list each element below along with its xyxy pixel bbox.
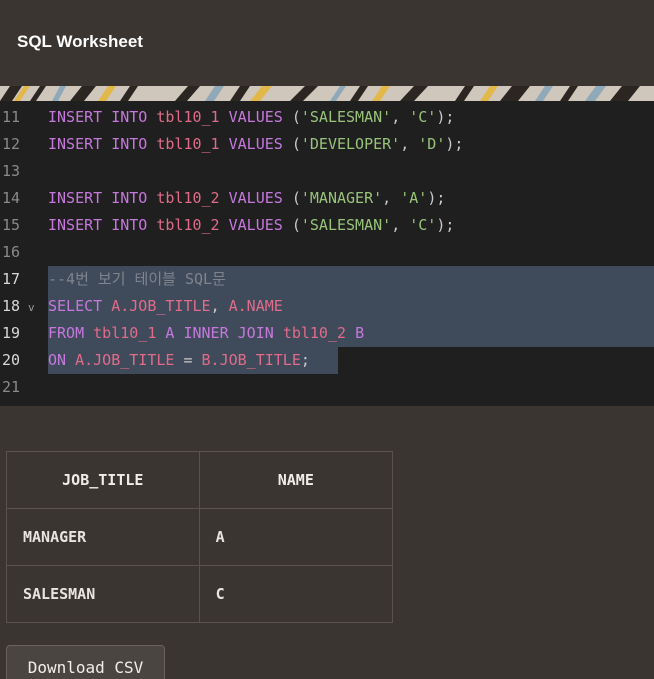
code-line[interactable]: 11 INSERT INTO tbl10_1 VALUES ('SALESMAN'… (0, 104, 654, 131)
code-line[interactable]: 13 (0, 158, 654, 185)
cell-name: C (198, 565, 394, 623)
code-token: VALUES (228, 216, 292, 234)
code-token: A.JOB_TITLE (111, 297, 211, 315)
code-text: INSERT INTO tbl10_1 VALUES ('SALESMAN', … (48, 104, 454, 131)
line-number: 17 (2, 270, 21, 288)
results-table: JOB_TITLE NAME MANAGER A SALESMAN C (6, 451, 394, 623)
line-number: 18 (2, 297, 21, 315)
code-token: , (210, 297, 229, 315)
code-token: INSERT INTO (48, 189, 157, 207)
code-token: VALUES (228, 108, 292, 126)
code-token: , (382, 189, 401, 207)
code-token: tbl10_2 (156, 189, 229, 207)
code-token: VALUES (228, 189, 292, 207)
code-token: B (355, 324, 365, 342)
code-token: A.JOB_TITLE (75, 351, 184, 369)
line-number: 15 (2, 216, 21, 234)
line-number: 21 (2, 378, 21, 396)
code-token: 'D' (418, 135, 446, 153)
code-token: ); (436, 216, 455, 234)
code-token: INSERT INTO (48, 216, 157, 234)
code-token: tbl10_2 (282, 324, 356, 342)
code-token: ( (291, 216, 301, 234)
code-token: ); (445, 135, 464, 153)
code-token: ( (291, 189, 301, 207)
code-text: INSERT INTO tbl10_2 VALUES ('SALESMAN', … (48, 212, 454, 239)
code-line[interactable]: 16 (0, 239, 654, 266)
code-token: , (400, 135, 419, 153)
code-token: 'MANAGER' (300, 189, 383, 207)
line-number: 20 (2, 351, 21, 369)
cell-name: A (198, 508, 394, 566)
code-token: tbl10_2 (156, 216, 229, 234)
code-token: 'SALESMAN' (300, 216, 392, 234)
column-header-name[interactable]: NAME (198, 451, 394, 509)
code-text: INSERT INTO tbl10_1 VALUES ('DEVELOPER',… (48, 131, 463, 158)
line-number: 16 (2, 243, 21, 261)
code-line[interactable]: 19 FROM tbl10_1 A INNER JOIN tbl10_2 B (0, 320, 654, 347)
code-token: ; (300, 351, 310, 369)
code-line[interactable]: 15 INSERT INTO tbl10_2 VALUES ('SALESMAN'… (0, 212, 654, 239)
code-line[interactable]: 12 INSERT INTO tbl10_1 VALUES ('DEVELOPER… (0, 131, 654, 158)
code-token: = (183, 351, 202, 369)
line-number: 14 (2, 189, 21, 207)
code-token: 'DEVELOPER' (300, 135, 401, 153)
code-token: VALUES (228, 135, 292, 153)
code-text: INSERT INTO tbl10_2 VALUES ('MANAGER', '… (48, 185, 445, 212)
code-token: , (391, 216, 410, 234)
code-token: INSERT INTO (48, 135, 157, 153)
code-text: ON A.JOB_TITLE = B.JOB_TITLE; (48, 347, 310, 374)
code-token: 'A' (400, 189, 428, 207)
page-title: SQL Worksheet (17, 32, 143, 51)
code-token: ( (291, 135, 301, 153)
line-number: 19 (2, 324, 21, 342)
code-token: ON (48, 351, 76, 369)
code-token: tbl10_1 (156, 135, 229, 153)
table-row: SALESMAN C (6, 565, 394, 623)
cell-job-title: SALESMAN (6, 565, 200, 623)
code-token: ); (427, 189, 446, 207)
code-text: --4번 보기 테이블 SQL문 (48, 266, 226, 293)
code-token: 'SALESMAN' (300, 108, 392, 126)
line-number: 11 (2, 108, 21, 126)
sql-editor[interactable]: 11 INSERT INTO tbl10_1 VALUES ('SALESMAN'… (0, 101, 654, 406)
code-token: INSERT INTO (48, 108, 157, 126)
code-token: , (391, 108, 410, 126)
header: SQL Worksheet (0, 0, 654, 86)
code-token: ( (291, 108, 301, 126)
line-number: 13 (2, 162, 21, 180)
code-token: 'C' (409, 108, 437, 126)
code-line[interactable]: 21 (0, 374, 654, 401)
code-line[interactable]: 20 ON A.JOB_TITLE = B.JOB_TITLE; (0, 347, 654, 374)
code-token: SELECT (48, 297, 112, 315)
decorative-banner (0, 86, 654, 101)
line-number: 12 (2, 135, 21, 153)
code-token: tbl10_1 (156, 108, 229, 126)
table-header-row: JOB_TITLE NAME (6, 451, 394, 509)
code-token: --4번 보기 테이블 SQL문 (48, 270, 226, 288)
column-header-job-title[interactable]: JOB_TITLE (6, 451, 200, 509)
code-token: A.NAME (228, 297, 283, 315)
code-token: 'C' (409, 216, 437, 234)
table-row: MANAGER A (6, 508, 394, 566)
code-text: SELECT A.JOB_TITLE, A.NAME (48, 293, 283, 320)
code-token: tbl10_1 (93, 324, 166, 342)
code-token: ); (436, 108, 455, 126)
banner-pattern (0, 86, 654, 101)
code-token: A INNER JOIN (165, 324, 283, 342)
download-csv-button[interactable]: Download CSV (6, 645, 165, 679)
code-token: B.JOB_TITLE (201, 351, 301, 369)
code-token: FROM (48, 324, 94, 342)
chevron-down-icon[interactable]: v (28, 294, 35, 321)
code-line[interactable]: 17 --4번 보기 테이블 SQL문 (0, 266, 654, 293)
cell-job-title: MANAGER (6, 508, 200, 566)
code-line[interactable]: 14 INSERT INTO tbl10_2 VALUES ('MANAGER',… (0, 185, 654, 212)
code-text: FROM tbl10_1 A INNER JOIN tbl10_2 B (48, 320, 364, 347)
code-line[interactable]: 18 v SELECT A.JOB_TITLE, A.NAME (0, 293, 654, 320)
